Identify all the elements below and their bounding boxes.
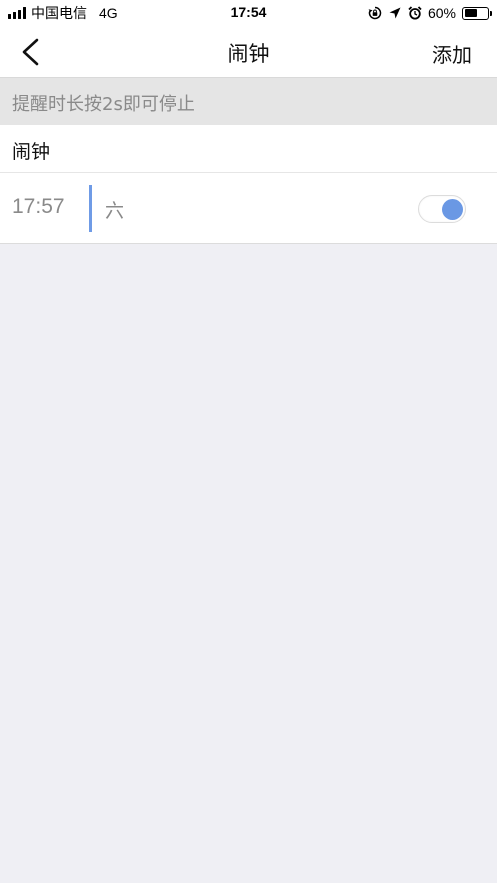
status-bar: 中国电信 4G 17:54 60% (0, 0, 497, 26)
page-title: 闹钟 (227, 42, 270, 66)
location-icon (389, 7, 401, 19)
nav-bar: 闹钟 添加 (0, 26, 497, 78)
status-bar-right: 60% (368, 4, 492, 22)
alarm-time: 17:57 (12, 195, 65, 218)
alarm-enable-toggle[interactable] (418, 195, 466, 223)
battery-level-fill (464, 9, 478, 17)
battery-cap (490, 11, 492, 16)
hint-text: 提醒时长按2s即可停止 (12, 94, 195, 115)
section-header: 闹钟 (0, 125, 497, 173)
rotation-lock-icon (368, 6, 382, 20)
alarm-list: 闹钟 17:57 六 (0, 125, 497, 244)
battery-icon (462, 6, 492, 20)
alarm-repeat-days: 六 (105, 200, 125, 222)
hint-banner: 提醒时长按2s即可停止 (0, 78, 497, 125)
alarm-screen: 中国电信 4G 17:54 60% 闹钟 添加 提醒时长按2s即可停止 闹钟 1… (0, 0, 497, 883)
alarm-clock-icon (408, 6, 422, 20)
toggle-knob (442, 199, 463, 220)
row-accent-divider (89, 185, 92, 232)
add-alarm-button[interactable]: 添加 (432, 39, 472, 68)
section-title: 闹钟 (12, 141, 51, 163)
alarm-row[interactable]: 17:57 六 (0, 173, 497, 244)
battery-percent: 60% (427, 5, 456, 21)
